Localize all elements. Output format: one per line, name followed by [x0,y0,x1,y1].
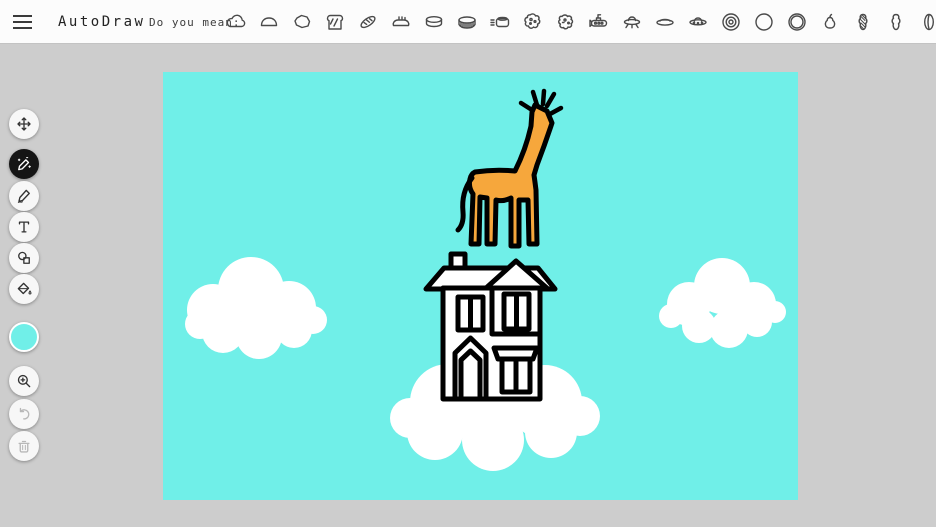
cloud-suggestion-icon[interactable] [224,10,248,34]
app-root: AutoDraw Do you mean: [0,0,936,527]
stone-suggestion-icon[interactable] [290,10,314,34]
delete-button[interactable] [9,431,39,461]
type-tool[interactable] [9,212,39,242]
coffee-bean-suggestion-icon[interactable] [917,10,936,34]
splat-spotted-suggestion-icon[interactable] [521,10,545,34]
color-picker[interactable] [9,322,39,352]
select-tool[interactable] [9,109,39,139]
top-bar: AutoDraw Do you mean: [0,0,936,44]
cloud-right[interactable] [659,258,786,348]
ring-suggestion-icon[interactable] [785,10,809,34]
cake-suggestion-icon[interactable] [422,10,446,34]
shapes-icon [15,249,33,267]
circle-suggestion-icon[interactable] [752,10,776,34]
house-drawing[interactable] [426,254,555,399]
flying-saucer-suggestion-icon[interactable] [653,10,677,34]
canvas-art [163,72,798,500]
hamburger-icon[interactable] [13,11,37,33]
pencil-icon [15,187,33,205]
peanut-suggestion-icon[interactable] [884,10,908,34]
tool-sidebar [0,44,48,527]
cloud-left[interactable] [185,257,327,359]
undo-button[interactable] [9,399,39,429]
app-title: AutoDraw [58,0,145,44]
pear-suggestion-icon[interactable] [818,10,842,34]
autodraw-tool[interactable] [9,149,39,179]
shape-tool[interactable] [9,243,39,273]
drawing-canvas[interactable] [163,72,798,500]
submarine-suggestion-icon[interactable] [587,10,611,34]
fill-tool[interactable] [9,274,39,304]
ufo-legs-suggestion-icon[interactable] [620,10,644,34]
magic-pencil-icon [15,155,33,173]
giraffe-drawing[interactable] [458,91,561,246]
cloud-flat-suggestion-icon[interactable] [257,10,281,34]
suggestions-row [224,0,936,44]
undo-icon [15,405,33,423]
canned-ham-suggestion-icon[interactable] [488,10,512,34]
toast-suggestion-icon[interactable] [323,10,347,34]
cookie-puck-suggestion-icon[interactable] [455,10,479,34]
magnifier-icon [15,372,33,390]
trash-icon [15,437,33,455]
paint-bucket-icon [15,280,33,298]
draw-tool[interactable] [9,181,39,211]
splat-blob-suggestion-icon[interactable] [554,10,578,34]
bread-loaf-suggestion-icon[interactable] [389,10,413,34]
text-icon [15,218,33,236]
baguette-suggestion-icon[interactable] [356,10,380,34]
saucer-dots-suggestion-icon[interactable] [686,10,710,34]
zoom-tool[interactable] [9,366,39,396]
concentric-rings-suggestion-icon[interactable] [719,10,743,34]
peanut-shaded-suggestion-icon[interactable] [851,10,875,34]
move-icon [15,115,33,133]
